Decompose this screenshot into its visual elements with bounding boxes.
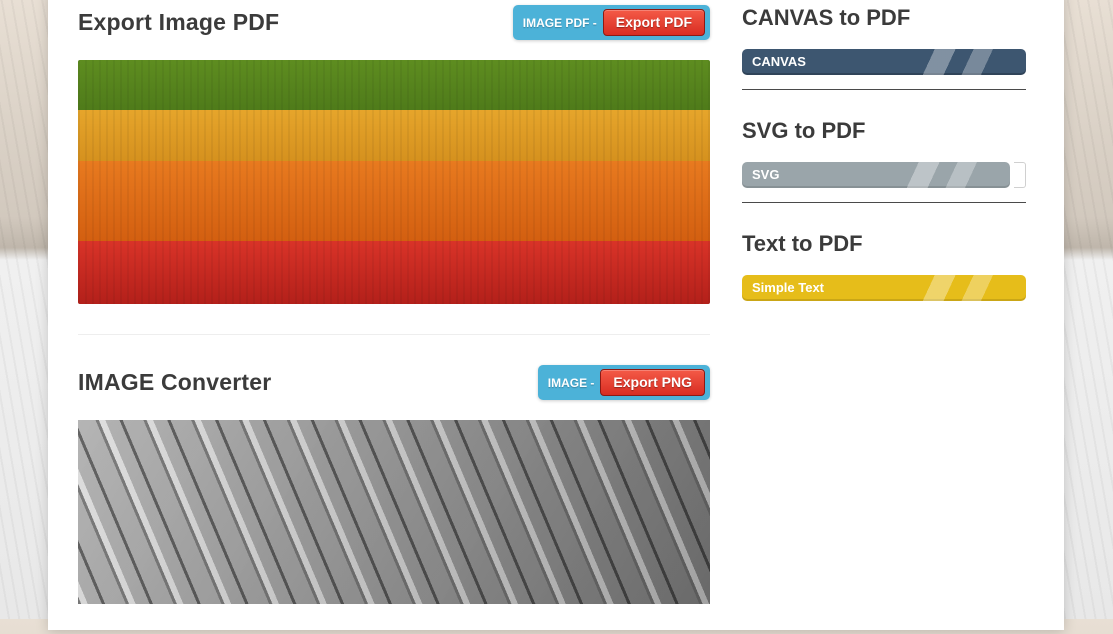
image-converter-pill: IMAGE - Export PNG xyxy=(538,365,710,400)
canvas-to-pdf-block: CANVAS to PDF CANVAS xyxy=(742,5,1026,90)
main-column: Export Image PDF IMAGE PDF - Export PDF … xyxy=(78,5,710,634)
content-card: Export Image PDF IMAGE PDF - Export PDF … xyxy=(48,0,1064,630)
svg-to-pdf-block: SVG to PDF SVG xyxy=(742,118,1026,203)
text-to-pdf-block: Text to PDF Simple Text xyxy=(742,231,1026,301)
section-divider xyxy=(78,334,710,335)
plank-gold xyxy=(78,110,710,160)
image-converter-pill-label: IMAGE - xyxy=(548,376,595,390)
simple-text-chip-label: Simple Text xyxy=(752,280,824,295)
colorful-planks-image xyxy=(78,60,710,304)
plank-green xyxy=(78,60,710,110)
svg-divider xyxy=(742,202,1026,203)
simple-text-chip[interactable]: Simple Text xyxy=(742,275,1026,301)
image-converter-section: IMAGE Converter IMAGE - Export PNG xyxy=(78,365,710,604)
export-png-button[interactable]: Export PNG xyxy=(600,369,705,396)
sidebar: CANVAS to PDF CANVAS SVG to PDF SVG Text… xyxy=(742,5,1026,634)
text-to-pdf-title: Text to PDF xyxy=(742,231,1026,257)
svg-chip-stub xyxy=(1014,162,1026,188)
bw-boardwalk-image xyxy=(78,420,710,604)
export-image-pdf-pill-label: IMAGE PDF - xyxy=(523,16,597,30)
image-converter-title: IMAGE Converter xyxy=(78,369,271,396)
svg-to-pdf-title: SVG to PDF xyxy=(742,118,1026,144)
canvas-chip-label: CANVAS xyxy=(752,54,806,69)
svg-chip[interactable]: SVG xyxy=(742,162,1010,188)
export-pdf-button[interactable]: Export PDF xyxy=(603,9,705,36)
plank-red xyxy=(78,241,710,304)
export-image-pdf-pill: IMAGE PDF - Export PDF xyxy=(513,5,710,40)
export-image-pdf-title: Export Image PDF xyxy=(78,9,279,36)
canvas-divider xyxy=(742,89,1026,90)
canvas-to-pdf-title: CANVAS to PDF xyxy=(742,5,1026,31)
svg-chip-label: SVG xyxy=(752,167,779,182)
canvas-chip[interactable]: CANVAS xyxy=(742,49,1026,75)
plank-orange xyxy=(78,161,710,242)
export-image-pdf-section: Export Image PDF IMAGE PDF - Export PDF xyxy=(78,5,710,304)
